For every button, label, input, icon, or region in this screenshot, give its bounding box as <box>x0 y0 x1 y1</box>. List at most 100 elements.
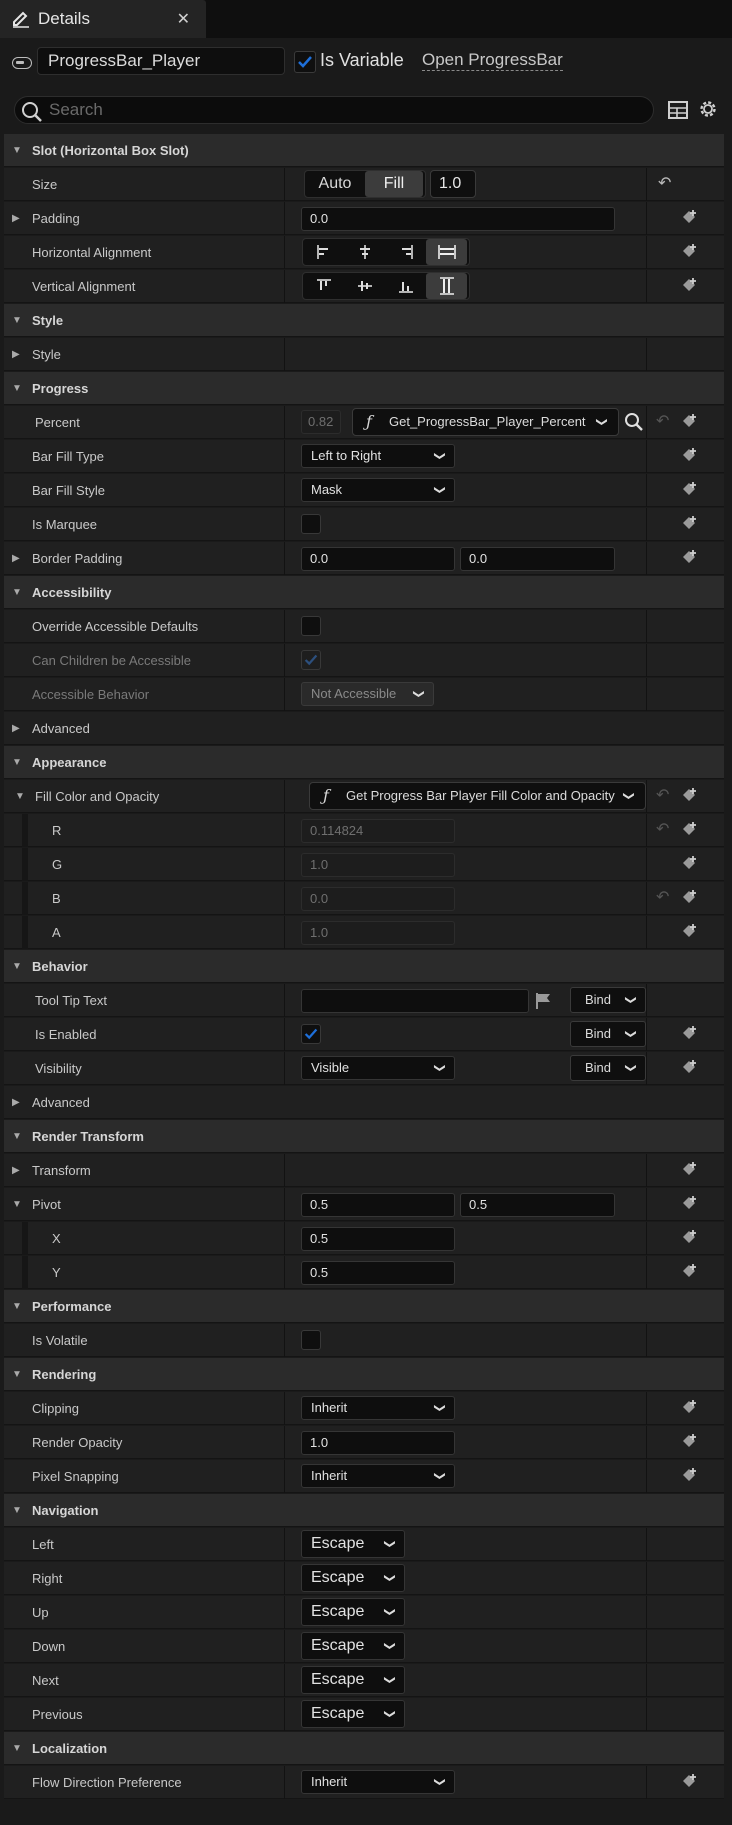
row-behavior-advanced[interactable]: ▶ Advanced <box>4 1086 724 1119</box>
visibility-dropdown[interactable]: Visible ❯ <box>301 1056 455 1080</box>
nav-down-dropdown[interactable]: Escape ❯ <box>301 1632 405 1660</box>
keyframe-add-icon[interactable] <box>680 514 700 534</box>
expand-icon[interactable]: ▶ <box>12 542 20 575</box>
vertical-alignment-buttons[interactable] <box>302 272 470 300</box>
is-variable-checkbox[interactable] <box>294 51 316 73</box>
align-left-icon[interactable] <box>303 239 344 265</box>
align-center-icon[interactable] <box>344 239 385 265</box>
keyframe-add-icon[interactable] <box>680 1160 700 1180</box>
nav-right-dropdown[interactable]: Escape ❯ <box>301 1564 405 1592</box>
tooltip-bind-button[interactable]: Bind ❯ <box>570 987 646 1013</box>
size-rule-toggle[interactable]: Auto Fill <box>304 170 426 198</box>
keyframe-add-icon[interactable] <box>680 208 700 228</box>
align-middle-icon[interactable] <box>344 273 385 299</box>
search-input[interactable] <box>49 97 639 123</box>
percent-binding-button[interactable]: ƒ Get_ProgressBar_Player_Percent ❯ <box>352 408 619 436</box>
keyframe-add-icon[interactable] <box>680 276 700 296</box>
localization-flag-icon[interactable] <box>534 992 554 1010</box>
collapse-icon[interactable]: ▼ <box>15 780 25 813</box>
pixel-snapping-dropdown[interactable]: Inherit ❯ <box>301 1464 455 1488</box>
keyframe-add-icon[interactable] <box>680 1262 700 1282</box>
category-appearance[interactable]: ▼ Appearance <box>4 746 724 779</box>
x-input[interactable]: 0.5 <box>301 1227 455 1251</box>
border-padding-x-input[interactable]: 0.0 <box>301 547 455 571</box>
pivot-y-input[interactable]: 0.5 <box>460 1193 615 1217</box>
pivot-x-input[interactable]: 0.5 <box>301 1193 455 1217</box>
reset-icon[interactable]: ↶ <box>658 173 671 193</box>
category-navigation[interactable]: ▼ Navigation <box>4 1494 724 1527</box>
align-fill-icon[interactable] <box>426 239 467 265</box>
is-volatile-checkbox[interactable] <box>301 1330 321 1350</box>
keyframe-add-icon[interactable] <box>680 1772 700 1792</box>
category-localization[interactable]: ▼ Localization <box>4 1732 724 1765</box>
keyframe-add-icon[interactable] <box>680 854 700 874</box>
keyframe-add-icon[interactable] <box>680 1466 700 1486</box>
clipping-dropdown[interactable]: Inherit ❯ <box>301 1396 455 1420</box>
row-accessible-behavior: Accessible Behavior Not Accessible ❯ <box>4 678 724 711</box>
expand-icon[interactable]: ▶ <box>12 202 20 235</box>
category-accessibility[interactable]: ▼ Accessibility <box>4 576 724 609</box>
category-behavior[interactable]: ▼ Behavior <box>4 950 724 983</box>
keyframe-add-icon[interactable] <box>680 1024 700 1044</box>
expand-icon[interactable]: ▶ <box>12 712 20 745</box>
nav-previous-dropdown[interactable]: Escape ❯ <box>301 1700 405 1728</box>
expand-icon[interactable]: ▶ <box>12 1086 20 1119</box>
y-input[interactable]: 0.5 <box>301 1261 455 1285</box>
row-accessibility-advanced[interactable]: ▶ Advanced <box>4 712 724 745</box>
keyframe-add-icon[interactable] <box>680 548 700 568</box>
keyframe-add-icon[interactable] <box>680 1228 700 1248</box>
size-fill-option[interactable]: Fill <box>365 171 423 197</box>
is-enabled-bind-button[interactable]: Bind ❯ <box>570 1021 646 1047</box>
keyframe-add-icon[interactable] <box>680 480 700 500</box>
tooltip-input[interactable] <box>301 989 529 1013</box>
collapse-icon[interactable]: ▼ <box>12 1188 22 1221</box>
override-accessible-checkbox[interactable] <box>301 616 321 636</box>
open-progressbar-link[interactable]: Open ProgressBar <box>422 50 563 71</box>
category-rendering[interactable]: ▼ Rendering <box>4 1358 724 1391</box>
tab-details[interactable]: Details ✕ <box>0 0 206 38</box>
table-view-icon[interactable] <box>668 100 688 120</box>
keyframe-add-icon[interactable] <box>680 820 700 840</box>
gear-icon[interactable] <box>697 98 719 120</box>
keyframe-add-icon[interactable] <box>680 412 700 432</box>
align-bottom-icon[interactable] <box>385 273 426 299</box>
keyframe-add-icon[interactable] <box>680 446 700 466</box>
expand-icon[interactable]: ▶ <box>12 1154 20 1187</box>
widget-name-input[interactable]: ProgressBar_Player <box>37 47 285 75</box>
align-right-icon[interactable] <box>385 239 426 265</box>
render-opacity-input[interactable]: 1.0 <box>301 1431 455 1455</box>
horizontal-alignment-buttons[interactable] <box>302 238 470 266</box>
nav-up-dropdown[interactable]: Escape ❯ <box>301 1598 405 1626</box>
category-progress[interactable]: ▼ Progress <box>4 372 724 405</box>
keyframe-add-icon[interactable] <box>680 1194 700 1214</box>
bar-fill-type-dropdown[interactable]: Left to Right ❯ <box>301 444 455 468</box>
is-marquee-checkbox[interactable] <box>301 514 321 534</box>
keyframe-add-icon[interactable] <box>680 1432 700 1452</box>
flow-direction-dropdown[interactable]: Inherit ❯ <box>301 1770 455 1794</box>
category-style[interactable]: ▼ Style <box>4 304 724 337</box>
close-icon[interactable]: ✕ <box>177 9 190 29</box>
expand-icon[interactable]: ▶ <box>12 338 20 371</box>
keyframe-add-icon[interactable] <box>680 888 700 908</box>
keyframe-add-icon[interactable] <box>680 922 700 942</box>
is-enabled-checkbox[interactable] <box>301 1024 321 1044</box>
keyframe-add-icon[interactable] <box>680 786 700 806</box>
size-auto-option[interactable]: Auto <box>305 171 365 197</box>
size-value-input[interactable]: 1.0 <box>430 170 476 198</box>
category-slot[interactable]: ▼ Slot (Horizontal Box Slot) <box>4 134 724 167</box>
browse-search-icon[interactable] <box>624 412 644 432</box>
padding-input[interactable]: 0.0 <box>301 207 615 231</box>
category-render-transform[interactable]: ▼ Render Transform <box>4 1120 724 1153</box>
keyframe-add-icon[interactable] <box>680 1398 700 1418</box>
align-fill-vertical-icon[interactable] <box>426 273 467 299</box>
border-padding-y-input[interactable]: 0.0 <box>460 547 615 571</box>
keyframe-add-icon[interactable] <box>680 242 700 262</box>
fill-color-binding-button[interactable]: ƒ Get Progress Bar Player Fill Color and… <box>309 782 646 810</box>
keyframe-add-icon[interactable] <box>680 1058 700 1078</box>
nav-next-dropdown[interactable]: Escape ❯ <box>301 1666 405 1694</box>
align-top-icon[interactable] <box>303 273 344 299</box>
category-performance[interactable]: ▼ Performance <box>4 1290 724 1323</box>
visibility-bind-button[interactable]: Bind ❯ <box>570 1055 646 1081</box>
bar-fill-style-dropdown[interactable]: Mask ❯ <box>301 478 455 502</box>
nav-left-dropdown[interactable]: Escape ❯ <box>301 1530 405 1558</box>
